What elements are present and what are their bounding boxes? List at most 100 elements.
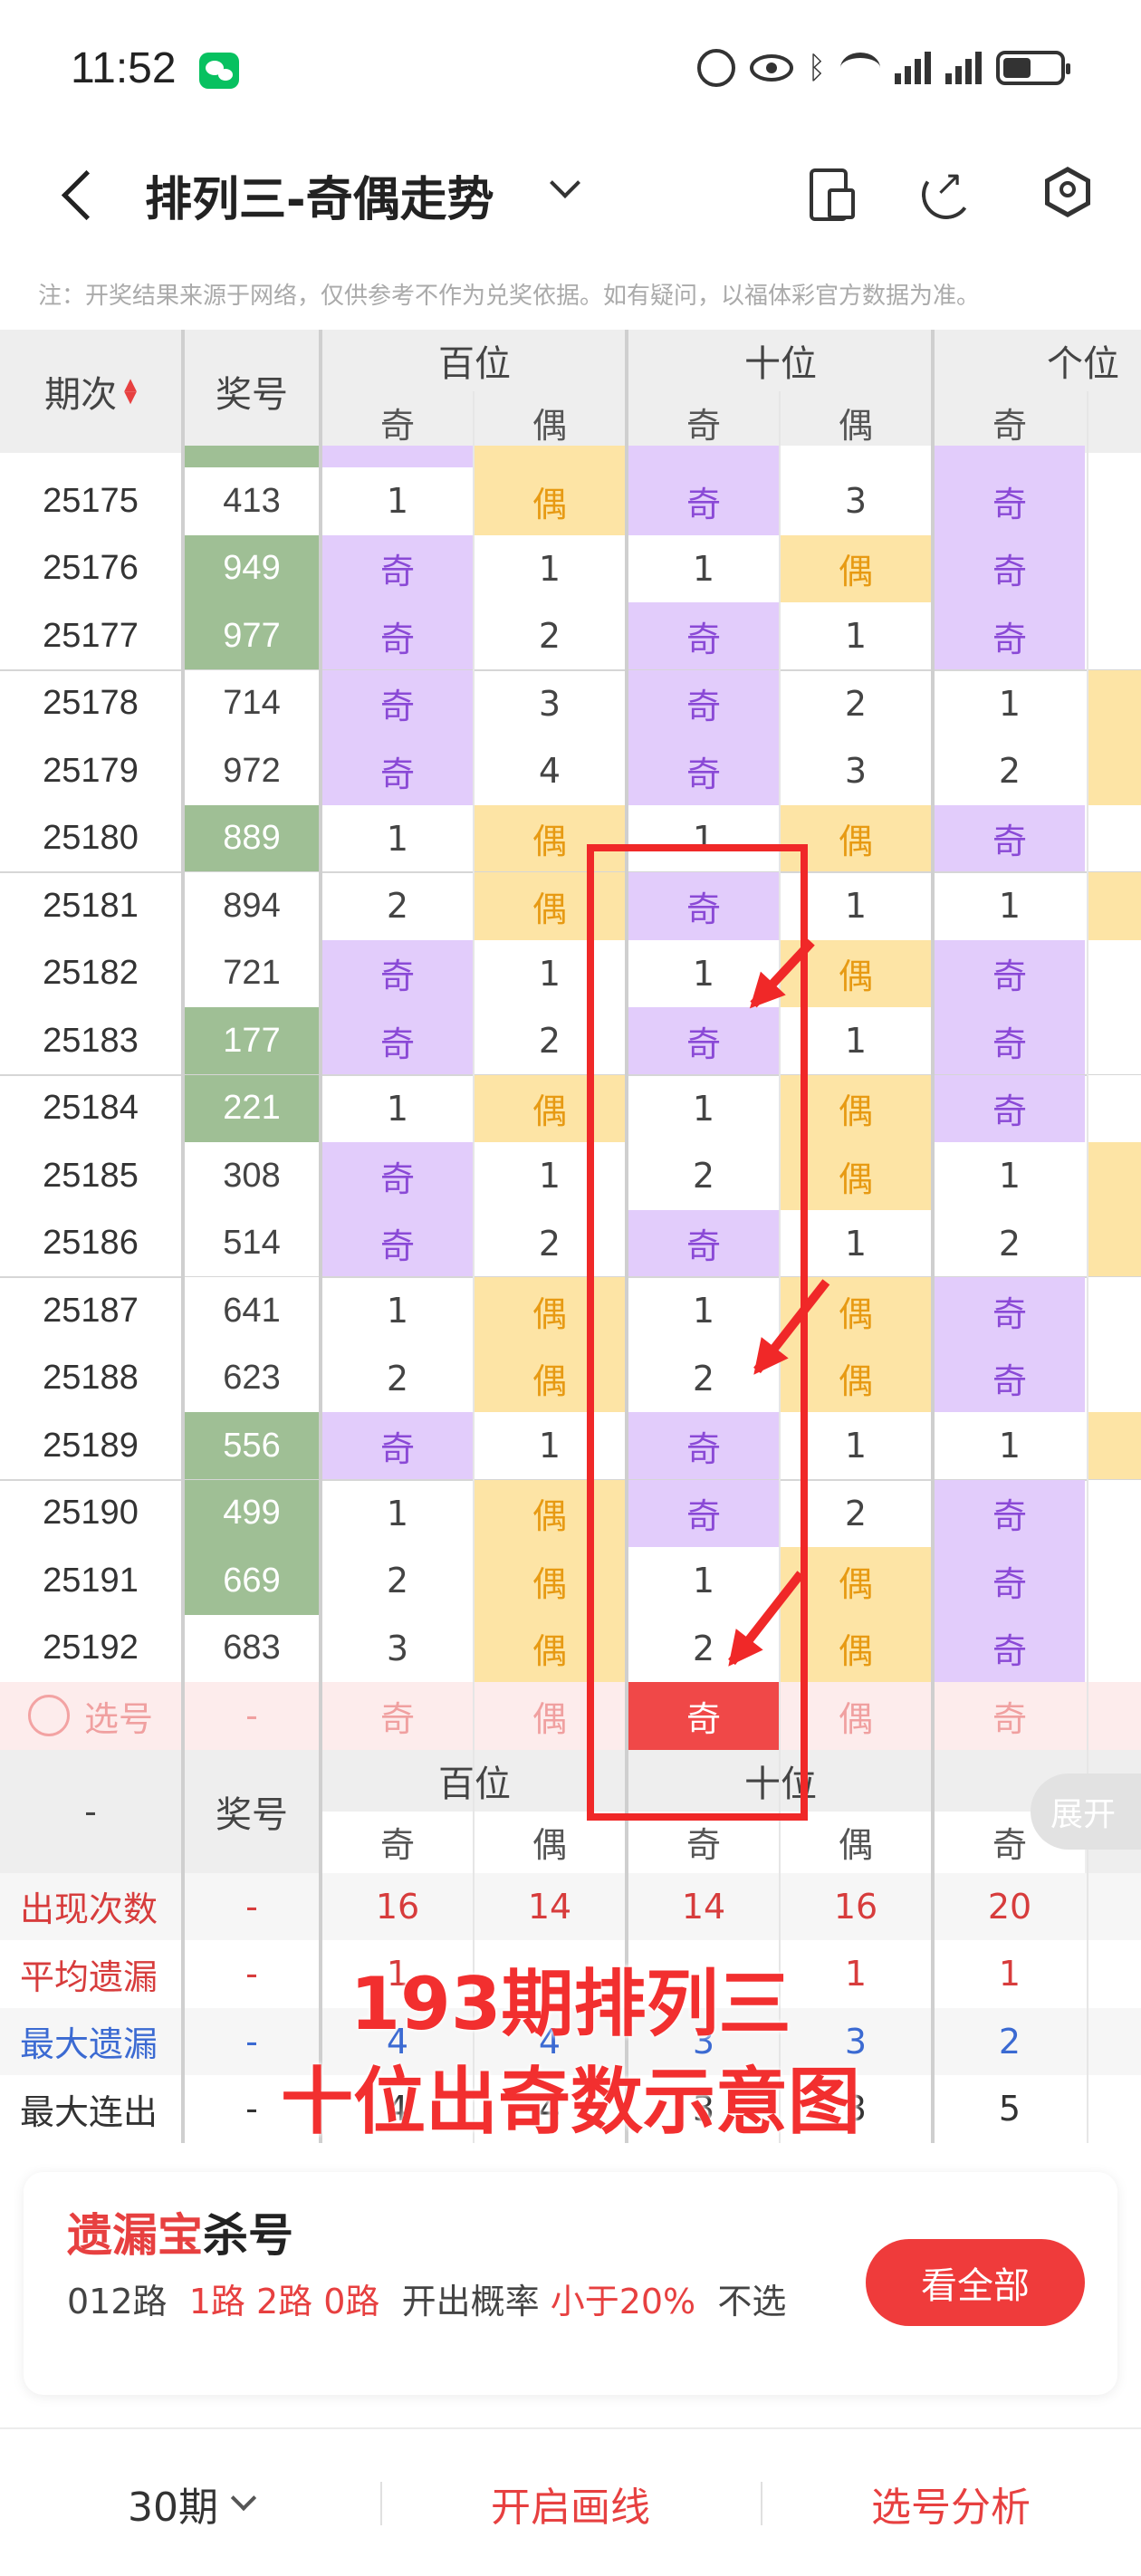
- trend-cell: 奇: [935, 1007, 1085, 1075]
- table-row[interactable]: 25190 499 1 偶奇 2 奇: [0, 1479, 1141, 1547]
- number-cell: 894: [185, 872, 319, 940]
- table-row[interactable]: 25176 949 奇 1 1 偶奇: [0, 534, 1141, 602]
- issue-cell: 25182: [43, 954, 139, 993]
- chevron-down-icon[interactable]: [550, 168, 580, 198]
- annotation-line-1: 193期排列三: [350, 1962, 791, 2046]
- trend-cell-overflow: [1088, 602, 1141, 670]
- table-row[interactable]: 25179 972 奇 4 奇 3 2: [0, 737, 1141, 805]
- trend-cell: 1: [998, 683, 1021, 724]
- trend-cell: 奇: [322, 737, 473, 805]
- column-group-2: 个位: [1047, 343, 1119, 385]
- subheader-odd: 奇: [379, 405, 415, 446]
- trend-cell: 2: [998, 1223, 1021, 1264]
- trend-cell: 偶: [475, 467, 625, 535]
- issue-cell: 25183: [43, 1021, 139, 1060]
- expand-button[interactable]: 展开: [1031, 1773, 1141, 1850]
- trend-cell: 1: [386, 1088, 409, 1129]
- card-prob-label: 开出概率: [401, 2282, 540, 2321]
- table-row[interactable]: 25184 221 1 偶 1 偶奇: [0, 1074, 1141, 1142]
- pick-circle-icon[interactable]: [27, 1695, 70, 1737]
- pick-analysis-button[interactable]: 选号分析: [806, 2429, 1096, 2576]
- trend-cell: 1: [998, 1426, 1021, 1466]
- table-row[interactable]: 25188 623 2 偶 2 偶奇: [0, 1344, 1141, 1412]
- eye-icon: [749, 54, 793, 82]
- screen-rotate-icon[interactable]: [804, 165, 858, 221]
- issue-cell: 25176: [43, 549, 139, 588]
- trend-cell: 奇: [322, 939, 473, 1007]
- stats-number: -: [245, 1886, 258, 1927]
- pick-label: 选号: [83, 1698, 153, 1739]
- number-cell: 972: [185, 737, 319, 805]
- pick-label-cell[interactable]: 选号: [0, 1682, 181, 1750]
- period-selector[interactable]: 30期: [82, 2429, 299, 2576]
- card-prob-value: 小于20%: [550, 2282, 696, 2321]
- trend-cell-overflow: [1088, 467, 1141, 535]
- trend-cell-overflow: [1088, 1209, 1141, 1277]
- table-row[interactable]: 25181 894 2 偶奇 1 1: [0, 872, 1141, 940]
- table-row[interactable]: 25177 977 奇 2 奇 1 奇: [0, 602, 1141, 670]
- trend-cell: 奇: [935, 1277, 1085, 1345]
- trend-cell: 奇: [322, 602, 473, 670]
- table-row[interactable]: 25175 413 1 偶奇 3 奇: [0, 467, 1141, 535]
- trend-cell-overflow: [1088, 1074, 1141, 1142]
- stats-header-issue: -: [84, 1791, 97, 1831]
- separator: [761, 2482, 762, 2525]
- trend-cell: 奇: [628, 467, 779, 535]
- pick-option-cell[interactable]: 奇: [322, 1682, 473, 1750]
- share-icon[interactable]: [918, 163, 973, 219]
- trend-cell: 奇: [935, 534, 1085, 602]
- data-saver-icon: [696, 49, 735, 87]
- chevron-down-icon: [230, 2485, 257, 2512]
- table-row[interactable]: 25178 714 奇 3 奇 2 1: [0, 669, 1141, 737]
- trend-cell-overflow: [1088, 1614, 1141, 1682]
- table-row[interactable]: 25186 514 奇 2 奇 1 2: [0, 1209, 1141, 1277]
- partial-cell-3: [628, 446, 779, 467]
- page-title[interactable]: 排列三-奇偶走势: [145, 161, 494, 229]
- draw-line-button[interactable]: 开启画线: [426, 2429, 715, 2576]
- trend-cell: 奇: [935, 1547, 1085, 1615]
- stats-subheader: 奇: [322, 1811, 473, 1873]
- table-row[interactable]: 25183 177 奇 2 奇 1 奇: [0, 1007, 1141, 1075]
- partial-cell-5: [935, 446, 1085, 467]
- card-description: 012路 1路 2路 0路 开出概率 小于20% 不选: [67, 2273, 873, 2330]
- issue-header-label: 期次: [44, 374, 118, 416]
- issue-cell: 25192: [43, 1629, 139, 1668]
- omission-treasure-card: 遗漏宝杀号 012路 1路 2路 0路 开出概率 小于20% 不选 看全部: [24, 2172, 1117, 2395]
- table-row[interactable]: 25192 683 3 偶 2 偶奇: [0, 1614, 1141, 1682]
- trend-cell: 奇: [628, 737, 779, 805]
- table-row[interactable]: 25191 669 2 偶 1 偶奇: [0, 1547, 1141, 1615]
- card-prefix: 012路: [67, 2282, 168, 2321]
- issue-cell: 25188: [43, 1359, 139, 1398]
- battery-icon: [996, 51, 1070, 85]
- pick-row[interactable]: 选号 - 奇偶奇偶奇: [0, 1682, 1141, 1750]
- column-header-issue[interactable]: 期次 ▲ ▼: [0, 330, 181, 453]
- trend-cell: 2: [386, 886, 409, 927]
- stats-group-0: 百位: [438, 1763, 511, 1805]
- number-cell: 623: [185, 1344, 319, 1412]
- number-cell: 669: [185, 1547, 319, 1615]
- table-row[interactable]: 25182 721 奇 1 1 偶奇: [0, 939, 1141, 1007]
- trend-cell: 1: [386, 818, 409, 859]
- trend-cell: 3: [538, 683, 561, 724]
- trend-cell-overflow: [1088, 1142, 1141, 1210]
- app-header: 排列三-奇偶走势: [0, 136, 1141, 254]
- pick-option-cell[interactable]: 奇: [935, 1682, 1085, 1750]
- table-row[interactable]: 25189 556 奇 1 奇 1 1: [0, 1412, 1141, 1480]
- status-bar: 11:52 ᛒ: [0, 0, 1141, 136]
- sub-column-divider: [1087, 391, 1088, 2143]
- sort-icon[interactable]: ▲ ▼: [124, 377, 137, 406]
- table-row[interactable]: 25180 889 1 偶 1 偶奇: [0, 804, 1141, 872]
- trend-cell-overflow: [1088, 1412, 1141, 1480]
- partial-cell-4: [781, 446, 931, 467]
- trend-table[interactable]: 期次 ▲ ▼ 奖号 百位 十位 个位奇偶奇偶奇 25175 413 1 偶奇 3 奇 25176 949 奇 1…: [0, 330, 1141, 2147]
- issue-cell: 25189: [43, 1426, 139, 1465]
- view-all-button[interactable]: 看全部: [866, 2239, 1085, 2326]
- trend-cell: 1: [998, 886, 1021, 927]
- disclaimer-notice: 注：开奖结果来源于网络，仅供参考不作为兑奖依据。如有疑问，以福体彩官方数据为准。: [38, 283, 981, 310]
- number-cell: 949: [185, 534, 319, 602]
- trend-cell: 2: [998, 751, 1021, 792]
- table-row[interactable]: 25185 308 奇 1 2 偶 1: [0, 1142, 1141, 1210]
- back-icon[interactable]: [58, 167, 94, 221]
- table-row[interactable]: 25187 641 1 偶 1 偶奇: [0, 1277, 1141, 1345]
- trend-cell: 2: [386, 1561, 409, 1601]
